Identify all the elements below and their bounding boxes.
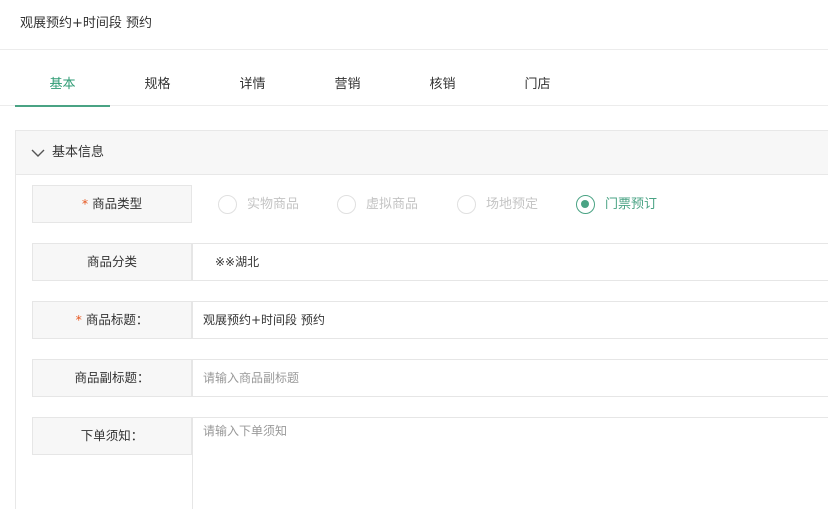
page-title: 观展预约+时间段 预约 bbox=[20, 16, 153, 31]
tab-spec[interactable]: 规格 bbox=[110, 50, 205, 106]
radio-label: 实物商品 bbox=[247, 197, 300, 212]
radio-circle bbox=[457, 195, 476, 214]
panel-header[interactable]: 基本信息 bbox=[16, 131, 828, 175]
tab-verification[interactable]: 核销 bbox=[395, 50, 490, 106]
product-type-label: * 商品类型 bbox=[32, 185, 192, 223]
required-mark: * bbox=[81, 196, 89, 211]
product-type-label-text: 商品类型 bbox=[92, 196, 143, 211]
tab-marketing[interactable]: 营销 bbox=[300, 50, 395, 106]
notice-label: 下单须知： bbox=[32, 417, 192, 455]
page: 观展预约+时间段 预约 基本 规格 详情 营销 核销 门店 基本信息 * 商品类型… bbox=[0, 0, 828, 509]
tab-basic[interactable]: 基本 bbox=[15, 50, 110, 107]
title-input[interactable]: 观展预约+时间段 预约 bbox=[192, 301, 828, 339]
basic-info-panel: 基本信息 * 商品类型 实物商品 虚拟商品 场地预定 门票预订 商品分类 ※※湖… bbox=[15, 130, 828, 509]
panel-title: 基本信息 bbox=[52, 145, 105, 160]
tab-bar: 基本 规格 详情 营销 核销 门店 bbox=[0, 50, 828, 107]
title-label: * 商品标题： bbox=[32, 301, 192, 339]
subtitle-input[interactable]: 请输入商品副标题 bbox=[192, 359, 828, 397]
radio-circle bbox=[576, 195, 595, 214]
radio-circle bbox=[218, 195, 237, 214]
chevron-down-icon[interactable] bbox=[30, 145, 46, 161]
category-select[interactable]: ※※湖北 bbox=[192, 243, 828, 281]
radio-label: 门票预订 bbox=[605, 197, 658, 212]
tab-store[interactable]: 门店 bbox=[490, 50, 585, 106]
tab-detail[interactable]: 详情 bbox=[205, 50, 300, 106]
subtitle-label: 商品副标题： bbox=[32, 359, 192, 397]
top-header: 观展预约+时间段 预约 bbox=[0, 0, 828, 50]
notice-textarea[interactable]: 请输入下单须知 bbox=[192, 417, 828, 509]
title-label-text: 商品标题： bbox=[85, 312, 149, 327]
radio-label: 场地预定 bbox=[486, 197, 539, 212]
radio-circle bbox=[337, 195, 356, 214]
required-mark: * bbox=[75, 312, 82, 327]
category-label: 商品分类 bbox=[32, 243, 192, 281]
radio-label: 虚拟商品 bbox=[366, 197, 419, 212]
